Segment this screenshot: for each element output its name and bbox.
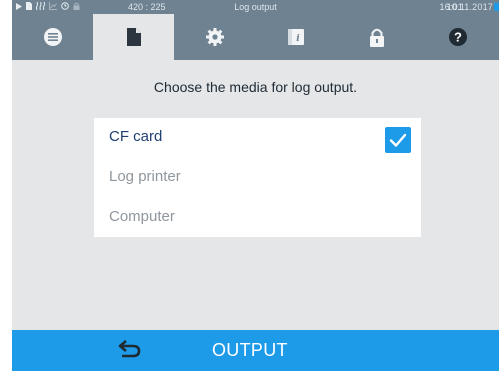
tab-list[interactable] <box>12 14 93 60</box>
prompt-text: Choose the media for log output. <box>153 79 358 95</box>
tab-bar: i ? <box>12 14 499 60</box>
tab-info[interactable]: i <box>255 14 336 60</box>
status-indicator <box>494 3 499 11</box>
tab-lock[interactable] <box>336 14 417 60</box>
help-icon: ? <box>448 27 468 47</box>
info-book-icon: i <box>287 28 305 46</box>
option-computer[interactable]: Computer <box>94 198 421 238</box>
checkmark-icon <box>389 133 407 147</box>
screen: 420 : 225 Log output 16:01 10.11.2017 i … <box>12 0 499 371</box>
status-date: 10.11.2017 <box>446 2 493 12</box>
footer-bar: OUTPUT <box>12 330 499 371</box>
tab-help[interactable]: ? <box>417 14 498 60</box>
status-title: Log output <box>234 2 277 12</box>
option-log-printer[interactable]: Log printer <box>94 158 421 198</box>
svg-text:i: i <box>296 34 300 44</box>
lock-icon <box>369 28 385 47</box>
gear-icon <box>205 27 225 47</box>
output-button[interactable]: OUTPUT <box>212 330 332 371</box>
option-cf-card[interactable]: CF card <box>94 118 421 158</box>
media-options-list: CF card Log printer Computer <box>94 118 421 237</box>
checkbox-checked[interactable] <box>385 127 411 153</box>
svg-text:?: ? <box>454 30 462 45</box>
option-label: Log printer <box>109 168 181 185</box>
return-arrow-icon <box>118 339 142 364</box>
tab-log[interactable] <box>93 14 174 60</box>
option-label: CF card <box>109 128 163 145</box>
list-icon <box>43 27 63 47</box>
status-bar: 420 : 225 Log output 16:01 10.11.2017 <box>12 0 499 14</box>
document-icon <box>126 28 141 46</box>
tab-settings[interactable] <box>174 14 255 60</box>
option-label: Computer <box>109 208 175 225</box>
back-button[interactable] <box>117 338 143 364</box>
